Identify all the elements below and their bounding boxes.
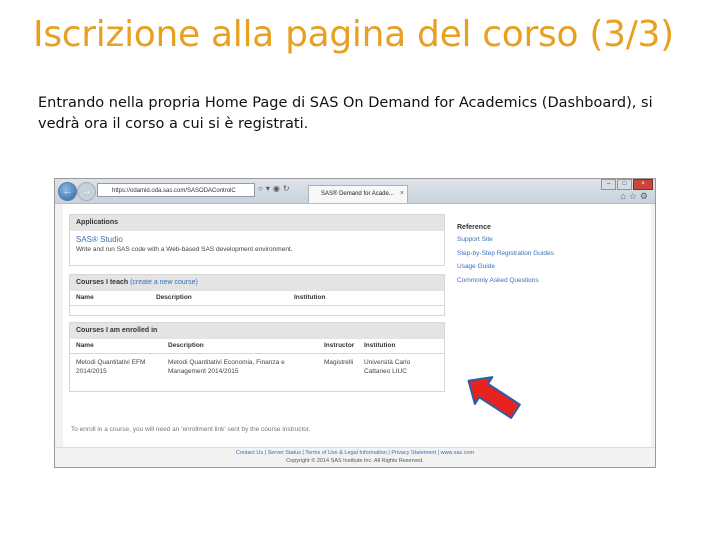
window-controls: – □ × xyxy=(601,179,653,190)
create-course-link[interactable]: (create a new course) xyxy=(130,279,198,286)
forward-button[interactable]: → xyxy=(77,182,96,201)
applications-header: Applications xyxy=(70,215,444,231)
address-bar-icons[interactable]: ○▾◉↻ xyxy=(258,184,293,193)
back-button[interactable]: ← xyxy=(58,182,77,201)
course-institution: Università Carlo Cattaneo LIUC xyxy=(364,359,411,375)
courses-teach-title: Courses I teach xyxy=(76,279,129,286)
courses-teach-table-header: Name Description Institution xyxy=(70,291,444,306)
courses-teach-header: Courses I teach (create a new course) xyxy=(70,275,444,291)
page-footer: Contact Us | Server Status | Terms of Us… xyxy=(55,447,655,467)
course-name[interactable]: Metodi Quantitativi EFM 2014/2015 xyxy=(70,358,168,376)
support-site-link[interactable]: Support Site xyxy=(457,236,647,243)
home-icon[interactable]: ⌂ xyxy=(620,191,628,201)
course-instructor: Magistrelli xyxy=(324,359,354,366)
column-header: Description xyxy=(156,294,192,301)
red-pointer-arrow-icon xyxy=(467,376,521,419)
gear-icon[interactable]: ⚙ xyxy=(640,191,651,201)
browser-titlebar: ← → https://odamid.oda.sas.com/SASODACon… xyxy=(55,179,655,204)
courses-enrolled-header: Courses I am enrolled in xyxy=(70,323,444,339)
slide-title: Iscrizione alla pagina del corso (3/3) xyxy=(33,14,674,55)
favorites-icon[interactable]: ☆ xyxy=(629,191,640,201)
maximize-icon[interactable]: □ xyxy=(617,179,632,190)
applications-panel: Applications SAS® Studio Write and run S… xyxy=(69,214,445,266)
column-header: Name xyxy=(76,342,94,349)
close-icon[interactable]: × xyxy=(633,179,653,190)
browser-tab[interactable]: SAS® Demand for Acade... × xyxy=(308,185,408,203)
tab-title: SAS® Demand for Acade... xyxy=(321,191,394,197)
course-description: Metodi Quantitativi Economia, Finanza e … xyxy=(168,359,285,375)
courses-enrolled-panel: Courses I am enrolled in Name Descriptio… xyxy=(69,322,445,392)
column-header: Name xyxy=(76,294,94,301)
footer-copyright: Copyright © 2014 SAS Institute Inc. All … xyxy=(286,458,424,464)
minimize-icon[interactable]: – xyxy=(601,179,616,190)
slide-body-text: Entrando nella propria Home Page di SAS … xyxy=(38,95,653,132)
browser-screenshot: ← → https://odamid.oda.sas.com/SASODACon… xyxy=(54,178,656,468)
enroll-note: To enroll in a course, you will need an … xyxy=(71,426,311,433)
footer-links[interactable]: Contact Us | Server Status | Terms of Us… xyxy=(55,448,655,456)
reference-panel: Reference Support Site Step-by-Step Regi… xyxy=(457,224,647,290)
column-header: Instructor xyxy=(324,342,355,349)
faq-link[interactable]: Commonly Asked Questions xyxy=(457,277,647,284)
column-header: Institution xyxy=(364,342,396,349)
reference-title: Reference xyxy=(457,224,491,231)
sas-studio-link[interactable]: SAS® Studio xyxy=(70,231,444,244)
browser-tool-icons: ⌂☆⚙ xyxy=(620,191,651,202)
usage-guide-link[interactable]: Usage Guide xyxy=(457,263,647,270)
column-header: Institution xyxy=(294,294,326,301)
table-row[interactable]: Metodi Quantitativi EFM 2014/2015 Metodi… xyxy=(70,354,444,376)
tab-close-icon[interactable]: × xyxy=(400,186,404,202)
dashboard-page: Applications SAS® Studio Write and run S… xyxy=(63,204,651,447)
registration-guides-link[interactable]: Step-by-Step Registration Guides xyxy=(457,250,647,257)
column-header: Description xyxy=(168,342,204,349)
sas-studio-description: Write and run SAS code with a Web-based … xyxy=(76,246,293,253)
courses-enrolled-table-header: Name Description Instructor Institution xyxy=(70,339,444,354)
courses-teach-panel: Courses I teach (create a new course) Na… xyxy=(69,274,445,316)
address-bar[interactable]: https://odamid.oda.sas.com/SASODAControl… xyxy=(97,183,255,197)
